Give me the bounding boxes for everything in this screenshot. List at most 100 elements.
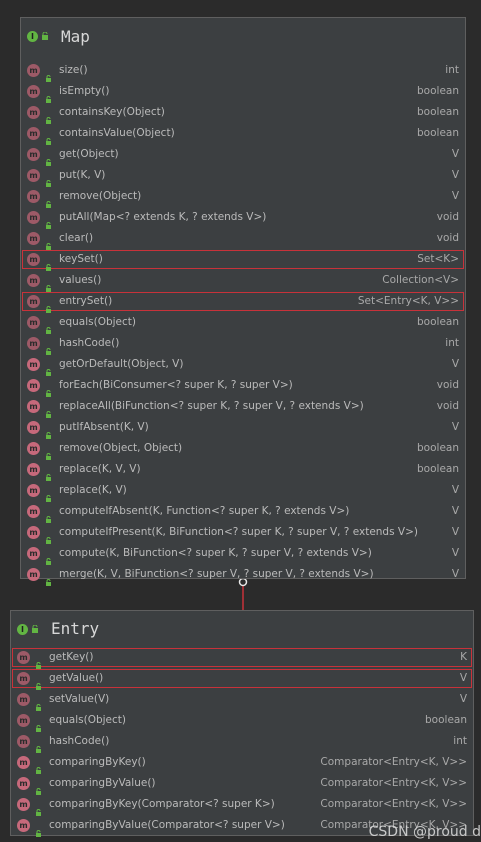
method-row[interactable]: m values() Collection<V> bbox=[21, 270, 465, 292]
method-row[interactable]: m equals(Object) boolean bbox=[11, 710, 473, 732]
method-icon: m bbox=[17, 777, 30, 790]
method-return-type: K bbox=[460, 651, 467, 663]
method-row[interactable]: m replaceAll(BiFunction<? super K, ? supe… bbox=[21, 396, 465, 418]
method-row[interactable]: m setValue(V) V bbox=[11, 689, 473, 711]
method-icon: m bbox=[27, 169, 40, 182]
method-icon: m bbox=[17, 672, 30, 685]
method-row[interactable]: m merge(K, V, BiFunction<? super V, ? sup… bbox=[21, 564, 465, 586]
method-row[interactable]: m remove(Object) V bbox=[21, 186, 465, 208]
public-lock-icon bbox=[45, 508, 52, 523]
method-return-type: V bbox=[451, 358, 459, 370]
method-row[interactable]: m putIfAbsent(K, V) V bbox=[21, 417, 465, 439]
method-row[interactable]: m size() int bbox=[21, 60, 465, 82]
method-name: containsValue(Object) bbox=[59, 127, 175, 139]
method-return-type: void bbox=[436, 379, 459, 391]
public-lock-icon bbox=[45, 403, 52, 418]
method-row[interactable]: m remove(Object, Object) boolean bbox=[21, 438, 465, 460]
method-return-type: V bbox=[451, 148, 459, 160]
method-name: merge(K, V, BiFunction<? super V, ? supe… bbox=[59, 568, 374, 580]
method-row[interactable]: m containsValue(Object) boolean bbox=[21, 123, 465, 145]
public-lock-icon bbox=[45, 466, 52, 481]
method-return-type: int bbox=[445, 337, 459, 349]
method-row[interactable]: m comparingByValue() Comparator<Entry<K, V… bbox=[11, 773, 473, 795]
public-lock-icon bbox=[45, 550, 52, 565]
public-lock-icon bbox=[35, 738, 42, 753]
method-row[interactable]: m entrySet() Set<Entry<K, V>> bbox=[21, 291, 465, 313]
method-row[interactable]: m put(K, V) V bbox=[21, 165, 465, 187]
method-return-type: void bbox=[436, 400, 459, 412]
method-name: clear() bbox=[59, 232, 94, 244]
method-row[interactable]: m equals(Object) boolean bbox=[21, 312, 465, 334]
method-name: computeIfPresent(K, BiFunction<? super K… bbox=[59, 526, 418, 538]
method-row[interactable]: m containsKey(Object) boolean bbox=[21, 102, 465, 124]
method-icon: m bbox=[27, 190, 40, 203]
method-name: entrySet() bbox=[59, 295, 113, 307]
method-row[interactable]: m hashCode() int bbox=[11, 731, 473, 753]
public-lock-icon bbox=[45, 235, 52, 250]
method-row[interactable]: m comparingByKey(Comparator<? super K>) Co… bbox=[11, 794, 473, 816]
method-return-type: Comparator<Entry<K, V>> bbox=[320, 777, 467, 789]
method-icon: m bbox=[27, 274, 40, 287]
public-lock-icon bbox=[45, 340, 52, 355]
method-row[interactable]: m getValue() V bbox=[11, 668, 473, 690]
method-row[interactable]: m replace(K, V) V bbox=[21, 480, 465, 502]
public-lock-icon bbox=[45, 256, 52, 271]
method-icon: m bbox=[27, 295, 40, 308]
public-lock-icon bbox=[35, 675, 42, 690]
method-icon: m bbox=[27, 211, 40, 224]
method-icon: m bbox=[27, 505, 40, 518]
public-lock-icon bbox=[45, 88, 52, 103]
method-row[interactable]: m getKey() K bbox=[11, 647, 473, 669]
public-lock-icon bbox=[35, 696, 42, 711]
method-name: put(K, V) bbox=[59, 169, 106, 181]
method-row[interactable]: m hashCode() int bbox=[21, 333, 465, 355]
method-row[interactable]: m isEmpty() boolean bbox=[21, 81, 465, 103]
method-return-type: Comparator<Entry<K, V>> bbox=[320, 798, 467, 810]
method-return-type: V bbox=[451, 505, 459, 517]
method-icon: m bbox=[27, 148, 40, 161]
public-lock-icon bbox=[45, 361, 52, 376]
method-name: comparingByValue() bbox=[49, 777, 156, 789]
public-lock-icon bbox=[31, 625, 39, 633]
entry-header: I Entry bbox=[11, 611, 473, 647]
method-icon: m bbox=[27, 568, 40, 581]
method-icon: m bbox=[27, 463, 40, 476]
watermark: CSDN @proud d bbox=[368, 824, 481, 840]
method-return-type: Set<K> bbox=[417, 253, 459, 265]
method-return-type: boolean bbox=[417, 85, 459, 97]
method-return-type: int bbox=[453, 735, 467, 747]
method-row[interactable]: m getOrDefault(Object, V) V bbox=[21, 354, 465, 376]
method-name: putAll(Map<? extends K, ? extends V>) bbox=[59, 211, 267, 223]
entry-interface-box[interactable]: I Entry m getKey() Km getValue() Vm setValue(… bbox=[10, 610, 474, 837]
method-return-type: V bbox=[451, 190, 459, 202]
method-icon: m bbox=[27, 442, 40, 455]
method-icon: m bbox=[27, 526, 40, 539]
public-lock-icon bbox=[45, 193, 52, 208]
method-row[interactable]: m putAll(Map<? extends K, ? extends V>) vo… bbox=[21, 207, 465, 229]
public-lock-icon bbox=[45, 319, 52, 334]
method-icon: m bbox=[27, 316, 40, 329]
method-row[interactable]: m clear() void bbox=[21, 228, 465, 250]
method-row[interactable]: m compute(K, BiFunction<? super K, ? supe… bbox=[21, 543, 465, 565]
method-row[interactable]: m comparingByKey() Comparator<Entry<K, V>> bbox=[11, 752, 473, 774]
method-row[interactable]: m replace(K, V, V) boolean bbox=[21, 459, 465, 481]
method-row[interactable]: m forEach(BiConsumer<? super K, ? super V… bbox=[21, 375, 465, 397]
method-return-type: Collection<V> bbox=[382, 274, 459, 286]
public-lock-icon bbox=[35, 654, 42, 669]
method-return-type: Comparator<Entry<K, V>> bbox=[320, 756, 467, 768]
method-row[interactable]: m get(Object) V bbox=[21, 144, 465, 166]
method-return-type: V bbox=[451, 484, 459, 496]
method-row[interactable]: m keySet() Set<K> bbox=[21, 249, 465, 271]
method-name: remove(Object, Object) bbox=[59, 442, 183, 454]
method-return-type: boolean bbox=[417, 127, 459, 139]
method-return-type: V bbox=[459, 672, 467, 684]
method-icon: m bbox=[27, 232, 40, 245]
method-return-type: void bbox=[436, 211, 459, 223]
method-name: computeIfAbsent(K, Function<? super K, ?… bbox=[59, 505, 350, 517]
method-icon: m bbox=[17, 735, 30, 748]
method-row[interactable]: m computeIfPresent(K, BiFunction<? super … bbox=[21, 522, 465, 544]
method-row[interactable]: m computeIfAbsent(K, Function<? super K, … bbox=[21, 501, 465, 523]
map-interface-box[interactable]: I Map m size() int m isEmpty() boolean m contai… bbox=[20, 17, 466, 586]
inner-interface-icon: I bbox=[17, 624, 28, 635]
method-return-type: V bbox=[451, 169, 459, 181]
